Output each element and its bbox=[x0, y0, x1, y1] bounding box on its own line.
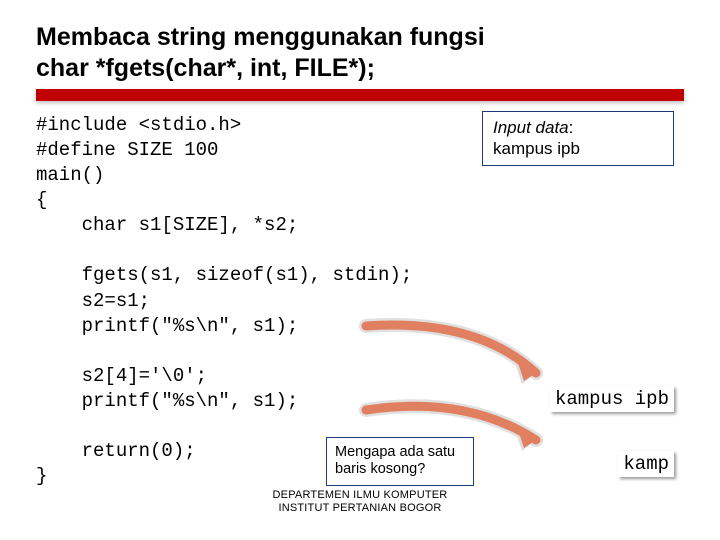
code-line: printf("%s\n", s1); bbox=[36, 390, 298, 412]
callout-box: Mengapa ada satu baris kosong? bbox=[326, 437, 474, 486]
title-line-2: char *fgets(char*, int, FILE*); bbox=[36, 54, 375, 82]
output-1: kampus ipb bbox=[550, 386, 674, 412]
footer-line-1: DEPARTEMEN ILMU KOMPUTER bbox=[273, 489, 448, 501]
code-line: } bbox=[36, 465, 47, 487]
code-line: return(0); bbox=[36, 440, 196, 462]
footer: DEPARTEMEN ILMU KOMPUTER INSTITUT PERTAN… bbox=[0, 489, 720, 517]
code-line: main() bbox=[36, 164, 104, 186]
code-line: s2=s1; bbox=[36, 290, 150, 312]
code-line: char s1[SIZE], *s2; bbox=[36, 214, 298, 236]
code-line: { bbox=[36, 189, 47, 211]
code-line: s2[4]='\0'; bbox=[36, 365, 207, 387]
output-2: kamp bbox=[618, 451, 674, 477]
code-line: #define SIZE 100 bbox=[36, 139, 218, 161]
code-line: fgets(s1, sizeof(s1), stdin); bbox=[36, 264, 412, 286]
title-underline bbox=[36, 89, 684, 101]
footer-line-2: INSTITUT PERTANIAN BOGOR bbox=[278, 502, 441, 514]
title-line-1: Membaca string menggunakan fungsi bbox=[36, 23, 485, 51]
slide-body: Input data: kampus ipb #include <stdio.h… bbox=[36, 113, 684, 489]
code-line: printf("%s\n", s1); bbox=[36, 315, 298, 337]
code-block: #include <stdio.h> #define SIZE 100 main… bbox=[36, 113, 684, 489]
slide-title: Membaca string menggunakan fungsi char *… bbox=[36, 22, 684, 83]
code-line: #include <stdio.h> bbox=[36, 114, 241, 136]
slide: Membaca string menggunakan fungsi char *… bbox=[0, 0, 720, 540]
